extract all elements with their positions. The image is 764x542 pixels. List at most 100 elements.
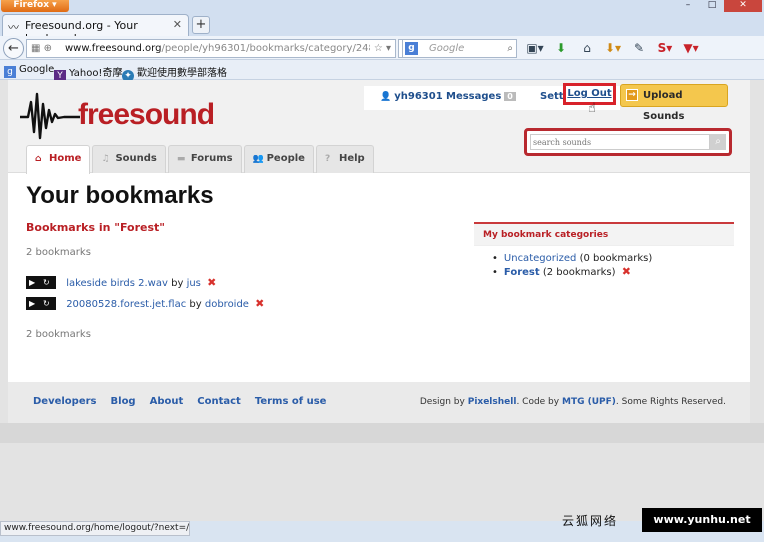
new-tab-button[interactable]: + — [192, 16, 210, 34]
play-icon[interactable]: ▶ — [29, 276, 35, 289]
bookmark-google[interactable]: g Google — [4, 64, 54, 78]
downloads-icon[interactable]: ⬇▾ — [602, 39, 624, 58]
search-bar-placeholder: Google — [429, 43, 465, 54]
upload-icon: → — [626, 89, 638, 101]
tab-help[interactable]: ? Help — [315, 145, 374, 173]
messages-link[interactable]: Messages 0 — [446, 91, 516, 102]
tab-sounds[interactable]: ♫ Sounds — [92, 145, 166, 173]
search-sounds-input[interactable] — [530, 134, 710, 150]
browser-title-bar: Firefox ▾ – □ ✕ — [0, 0, 764, 12]
search-icon[interactable]: ⌕ — [710, 134, 726, 150]
tab-help-label: Help — [338, 153, 365, 164]
footer-link-terms[interactable]: Terms of use — [255, 396, 327, 407]
by-label: by — [189, 299, 202, 310]
mini-player[interactable]: ▶ ↻ — [26, 297, 56, 310]
bookmark-google-label: Google — [19, 64, 55, 75]
tab-close-icon[interactable]: ✕ — [173, 18, 182, 31]
url-path: /people/yh96301/bookmarks/category/24849… — [161, 43, 391, 54]
bookmark-row: ▶ ↻ lakeside birds 2.wav by jus ✖ — [26, 276, 216, 290]
delete-bookmark-icon[interactable]: ✖ — [207, 276, 216, 289]
pixelshell-link[interactable]: Pixelshell — [468, 397, 517, 407]
headphones-icon: ♫ — [101, 154, 110, 164]
page-info-icon[interactable]: ▦ ⊕ — [31, 40, 52, 57]
close-window-button[interactable]: ✕ — [724, 0, 762, 12]
window-controls: – □ ✕ — [676, 0, 762, 12]
footer-link-about[interactable]: About — [150, 396, 184, 407]
category-count: (2 bookmarks) — [542, 267, 616, 278]
bookmarks-toolbar: g Google Y Yahoo!奇摩 ✦ 歡迎使用數學部落格 — [0, 60, 764, 82]
category-link[interactable]: Forest — [504, 267, 540, 278]
category-item: Forest (2 bookmarks) ✖ — [492, 265, 734, 279]
addon-s-icon[interactable]: S▾ — [654, 39, 676, 58]
bookmark-yahoo-label: Yahoo!奇摩 — [69, 68, 123, 79]
delete-category-icon[interactable]: ✖ — [622, 265, 631, 278]
url-bar[interactable]: ▦ ⊕ www.freesound.org/people/yh96301/boo… — [26, 39, 396, 58]
mini-player[interactable]: ▶ ↻ — [26, 276, 56, 289]
username-link[interactable]: 👤 yh96301 — [380, 91, 443, 102]
category-link[interactable]: Uncategorized — [504, 253, 576, 264]
search-bar[interactable]: g Google ⌕ — [402, 39, 517, 58]
logo-text: freesound — [78, 98, 215, 131]
toolbar-icons: ▣▾ ⬇ ⌂ ⬇▾ ✎ S▾ ▼▾ — [524, 39, 702, 58]
delete-bookmark-icon[interactable]: ✖ — [255, 297, 264, 310]
upload-sounds-button[interactable]: → Upload Sounds — [620, 84, 728, 122]
by-label: by — [171, 278, 184, 289]
firefox-menu-button[interactable]: Firefox ▾ — [1, 0, 69, 12]
categories-title: My bookmark categories — [474, 224, 734, 246]
watermark-cn: 云狐网络 — [562, 514, 619, 528]
google-engine-icon[interactable]: g — [405, 42, 418, 55]
home-browser-icon[interactable]: ⌂ — [576, 39, 598, 58]
tab-forums-label: Forums — [190, 153, 233, 164]
footer-link-blog[interactable]: Blog — [111, 396, 136, 407]
loop-icon[interactable]: ↻ — [43, 297, 50, 310]
bookmark-row: ▶ ↻ 20080528.forest.jet.flac by dobroide … — [26, 297, 264, 311]
category-item: Uncategorized (0 bookmarks) — [492, 252, 734, 265]
tab-forums[interactable]: ▬ Forums — [167, 145, 242, 173]
sound-link[interactable]: 20080528.forest.jet.flac — [66, 299, 186, 310]
watermark-url: www.yunhu.net — [642, 508, 762, 532]
tab-home-label: Home — [49, 153, 82, 164]
user-icon: 👤 — [380, 92, 392, 102]
pin-icon[interactable]: ✎ — [628, 39, 650, 58]
bookmark-count-bottom: 2 bookmarks — [26, 329, 91, 340]
site-footer: Developers Blog About Contact Terms of u… — [8, 382, 750, 423]
navigation-toolbar: ← ▦ ⊕ www.freesound.org/people/yh96301/b… — [0, 36, 764, 60]
footer-link-developers[interactable]: Developers — [33, 396, 97, 407]
loop-icon[interactable]: ↻ — [43, 276, 50, 289]
freesound-favicon-icon: 〰 — [8, 21, 19, 34]
play-icon[interactable]: ▶ — [29, 297, 35, 310]
page-title: Your bookmarks — [26, 182, 214, 209]
tab-home[interactable]: ⌂ Home — [26, 145, 91, 174]
footer-links: Developers Blog About Contact Terms of u… — [33, 396, 326, 407]
browser-tab[interactable]: 〰 Freesound.org - Your bookmarks ✕ — [2, 14, 189, 45]
screenshot-icon[interactable]: ▣▾ — [524, 39, 546, 58]
sound-link[interactable]: lakeside birds 2.wav — [66, 278, 168, 289]
home-icon: ⌂ — [35, 154, 42, 164]
author-link[interactable]: jus — [187, 278, 201, 289]
tab-strip: 〰 Freesound.org - Your bookmarks ✕ + — [0, 12, 764, 45]
tab-people[interactable]: 👥 People — [243, 145, 314, 173]
firefox-menu-label: Firefox — [13, 0, 50, 10]
freesound-logo[interactable]: freesound — [20, 90, 215, 140]
download-arrow-icon[interactable]: ⬇ — [550, 39, 572, 58]
maximize-button[interactable]: □ — [700, 0, 724, 12]
footer-link-contact[interactable]: Contact — [197, 396, 241, 407]
author-link[interactable]: dobroide — [205, 299, 249, 310]
page-bottom-band — [0, 423, 764, 443]
addon-shield-icon[interactable]: ▼▾ — [680, 39, 702, 58]
credit-prefix: Design by — [419, 397, 465, 407]
help-icon: ? — [324, 154, 331, 164]
watermark: 云狐网络 www.yunhu.net — [556, 508, 764, 532]
url-host: www.freesound.org — [65, 43, 162, 54]
browser-viewport: freesound 👤yh96301 Messages0 Settings Lo… — [0, 80, 764, 521]
messages-label: Messages — [446, 91, 502, 102]
back-button[interactable]: ← — [3, 38, 24, 59]
site-header: freesound 👤yh96301 Messages0 Settings Lo… — [8, 80, 750, 174]
tab-people-label: People — [266, 153, 305, 164]
bookmark-star-icon[interactable]: ☆ ▾ — [369, 40, 391, 57]
minimize-button[interactable]: – — [676, 0, 700, 12]
credit-suffix: . Some Rights Reserved. — [615, 397, 726, 407]
waveform-logo-icon — [20, 92, 80, 140]
mtg-link[interactable]: MTG (UPF) — [562, 397, 616, 407]
search-magnifier-icon[interactable]: ⌕ — [507, 40, 513, 57]
